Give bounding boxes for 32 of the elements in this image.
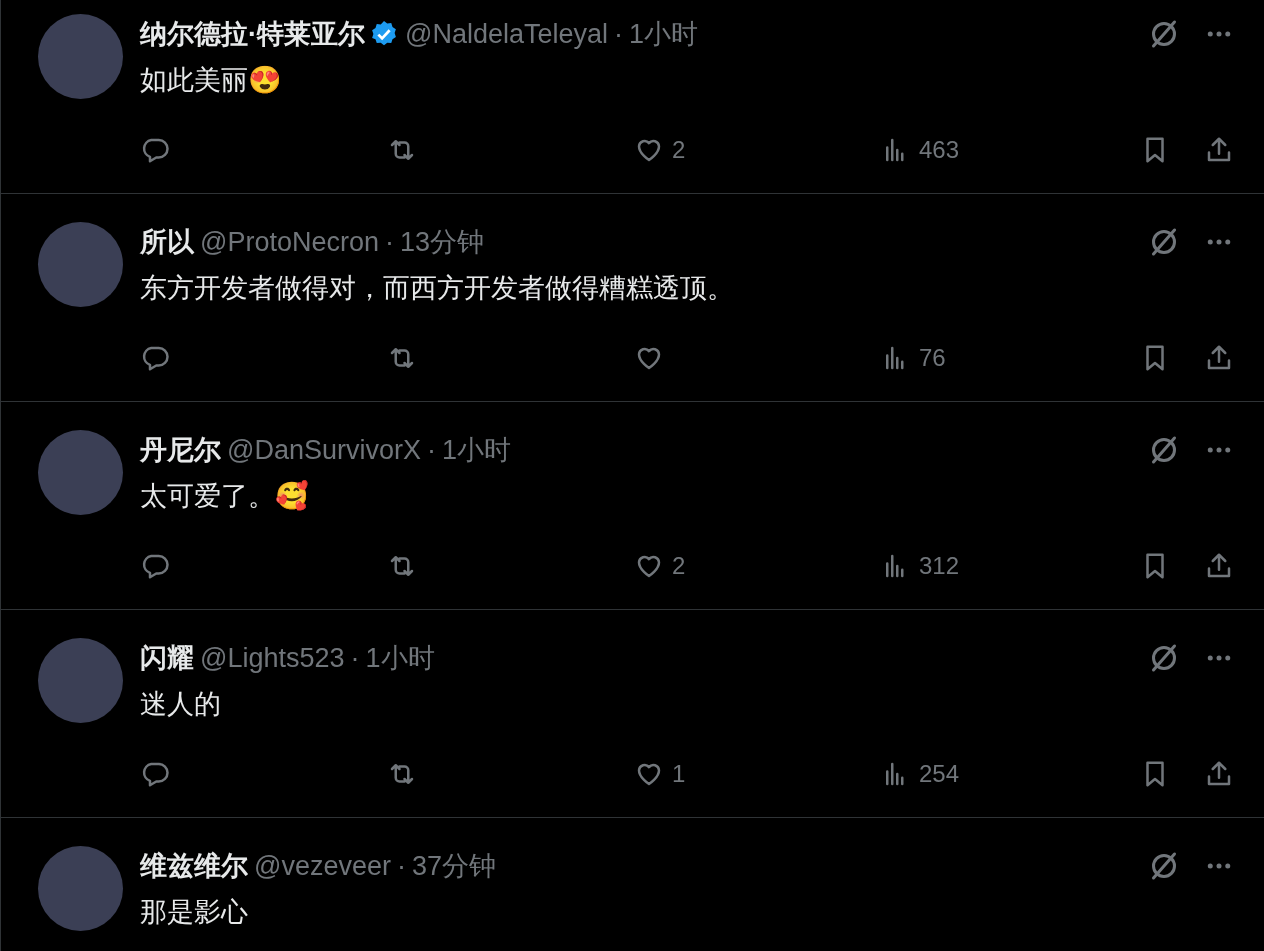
view-count: 312 (919, 551, 960, 581)
display-name[interactable]: 所以 (140, 221, 194, 263)
user-handle[interactable]: @Lights523 (200, 637, 345, 679)
display-name[interactable]: 维兹维尔 (140, 845, 248, 887)
user-handle[interactable]: @vezeveer (254, 845, 391, 887)
separator-dot: · (396, 849, 406, 883)
display-name[interactable]: 丹尼尔 (140, 429, 221, 471)
post-time[interactable]: 1小时 (629, 13, 699, 55)
display-name[interactable]: 闪耀 (140, 637, 194, 679)
post-time[interactable]: 1小时 (365, 637, 435, 679)
view-count: 463 (919, 135, 960, 165)
view-count: 254 (919, 759, 960, 789)
reply-text: 东方开发者做得对，而西方开发者做得糟糕透顶。 (140, 271, 734, 305)
user-handle[interactable]: @NaldelaTeleyal (405, 13, 608, 55)
display-name[interactable]: 纳尔德拉·特莱亚尔 (140, 13, 365, 55)
view-count: 76 (919, 343, 946, 373)
like-count: 1 (672, 759, 686, 789)
reply-text: 迷人的 (140, 687, 221, 721)
separator-dot: · (350, 641, 360, 675)
separator-dot: · (385, 225, 394, 259)
like-count: 2 (672, 135, 686, 165)
post-time[interactable]: 1小时 (442, 429, 511, 471)
post-time[interactable]: 13分钟 (400, 221, 485, 263)
user-handle[interactable]: @DanSurvivorX (227, 429, 421, 471)
reply-text: 如此美丽😍 (140, 63, 282, 97)
separator-dot: · (614, 17, 623, 51)
separator-dot: · (427, 433, 436, 467)
user-handle[interactable]: @ProtoNecron (200, 221, 379, 263)
post-time[interactable]: 37分钟 (411, 845, 496, 887)
reply-text: 太可爱了。🥰 (140, 479, 309, 513)
reply-text: 那是影心 (140, 895, 248, 929)
like-count: 2 (672, 551, 686, 581)
